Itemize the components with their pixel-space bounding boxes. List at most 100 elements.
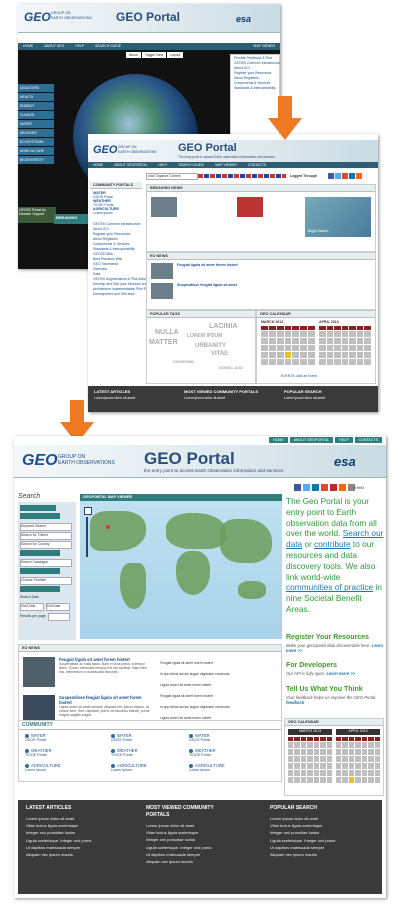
footer-item[interactable]: Integer orci pursuitae luctus (26, 829, 91, 836)
footer-item[interactable]: Aliquam nec ipsum mauris (26, 851, 91, 858)
nav-map-viewer[interactable]: MAP VIEWER (210, 162, 242, 168)
rss-icon[interactable] (339, 484, 346, 491)
footer-item[interactable]: Lorem ipsum dolor sit amet (26, 815, 91, 822)
pan-control[interactable] (84, 507, 92, 515)
search-tab[interactable] (20, 513, 60, 519)
news-bullet[interactable]: In quo tellus auctor augue dignissim com… (160, 702, 280, 713)
rss-icon[interactable] (356, 173, 362, 179)
nav-about[interactable]: ABOUT GEO (39, 43, 69, 50)
sba-weather[interactable]: WEATHER (18, 129, 54, 137)
footer-item[interactable]: Ligula scelerisque. Integer orci purus (146, 844, 214, 851)
footer-item[interactable]: Lorem ipsum dolor sit amet (94, 396, 135, 400)
nav-about[interactable]: ABOUT GEOPORTAL (289, 437, 334, 443)
news-thumbnail[interactable] (151, 263, 173, 279)
nav-search-guide[interactable]: SEARCH GUIDE (90, 43, 126, 50)
nav-about[interactable]: ABOUT GEOPORTAL (109, 162, 152, 168)
footer-item[interactable]: Lorem ipsum dolor sit amet (146, 822, 214, 829)
calendar-grid-march[interactable] (261, 326, 315, 365)
twitter-icon[interactable] (303, 484, 310, 491)
tab-toggle-view[interactable]: Toggle View (141, 52, 167, 58)
community-item[interactable]: WEATHER TIGGE Portal (189, 748, 216, 757)
footer-item[interactable]: Vitae luctus ligula scelerisque (146, 829, 214, 836)
tag[interactable]: VITAE (211, 351, 228, 357)
sba-agriculture[interactable]: AGRICULTURE (18, 147, 54, 155)
calendar-grid-march[interactable] (288, 737, 332, 783)
nav-help[interactable]: HELP (154, 162, 173, 168)
community-item[interactable]: AGRICULTURE Lorem Ipsum (25, 763, 61, 772)
tab-about[interactable]: About (126, 52, 141, 58)
catalogue-select[interactable]: Search Catalogue (20, 559, 72, 567)
community-lorem[interactable]: Lorem Ipsum (93, 211, 139, 215)
calendar-grid-april[interactable] (319, 326, 371, 365)
month-label[interactable]: APRIL 2013 (336, 729, 380, 735)
nav-map-viewer[interactable]: MAP VIEWER (248, 43, 280, 50)
tag[interactable]: NULLA (155, 329, 179, 336)
googleplus-icon[interactable] (342, 173, 348, 179)
footer-item[interactable]: Integer orci pursuitae luctus (146, 836, 214, 843)
theme-select[interactable]: Search for Theme (20, 532, 72, 540)
disaster-promo[interactable]: GEOSS Portal for Disaster Support (18, 207, 56, 223)
footer-item[interactable]: Vitae luctus ligula scelerisque (26, 822, 91, 829)
results-per-page-select[interactable] (48, 613, 70, 621)
right-link[interactable]: Standards & Interoperability (234, 86, 276, 91)
feedback-link[interactable]: feedback (286, 700, 304, 705)
linkedin-icon[interactable] (349, 173, 355, 179)
register-title[interactable]: Register Your Resources (286, 634, 369, 641)
sba-water[interactable]: WATER (18, 120, 54, 128)
facebook-icon[interactable] (294, 484, 301, 491)
news-bullet[interactable]: In quo tellus auctor augue dignissim com… (160, 669, 280, 680)
sba-energy[interactable]: ENERGY (18, 102, 54, 110)
search-tab[interactable] (20, 505, 56, 511)
nav-home[interactable]: HOME (18, 43, 38, 50)
facebook-icon[interactable] (328, 173, 334, 179)
sba-biodiversity[interactable]: BIODIVERSITY (18, 156, 54, 164)
news-thumbnail[interactable] (151, 197, 177, 217)
news-bullet[interactable]: Feugiat ligula sit amet forem histert (160, 658, 280, 669)
sba-health[interactable]: HEALTH (18, 93, 54, 101)
language-flags[interactable] (198, 174, 286, 178)
add-event-link[interactable]: EVENTS: Add an Event (281, 374, 317, 378)
tag[interactable]: DONEC ADD (219, 365, 243, 370)
news-thumbnail[interactable] (237, 197, 263, 217)
news-thumbnail[interactable] (151, 283, 173, 299)
footer-item[interactable]: Ligula scelerisque. Integer orci purus (26, 837, 91, 844)
news-headline[interactable]: Feugiat ligula sit amet forem histert (177, 263, 238, 267)
news-bullet[interactable]: Feugiat ligula sit amet forem histert (160, 691, 280, 702)
start-date-input[interactable]: Start Date (20, 603, 44, 611)
footer-item[interactable]: Lorem ipsum dolor sit amet (270, 815, 335, 822)
footer-item[interactable]: Lorem ipsum dolor sit amet (184, 396, 225, 400)
footer-item[interactable]: Ut dapibus malesuada semper (146, 851, 214, 858)
footer-item[interactable]: Ut dapibus malesuada semper (26, 844, 91, 851)
footer-item[interactable]: Ligula scelerisque. Integer orci purus (270, 837, 335, 844)
zoom-slider[interactable] (86, 517, 88, 557)
footer-item[interactable]: Aliquam nec ipsum mauris (270, 851, 335, 858)
community-item[interactable]: WATER GDOS Portal (111, 733, 132, 742)
developers-more-link[interactable]: Learn more >> (326, 671, 355, 676)
pinterest-icon[interactable] (330, 484, 337, 491)
map-viewer[interactable] (80, 501, 282, 639)
left-link[interactable]: Development and Test area (93, 292, 139, 297)
news-thumbnail[interactable] (23, 657, 55, 687)
nav-search-guide[interactable]: SEARCH GUIDE (173, 162, 209, 168)
footer-item[interactable]: Aliquam nec ipsum mauris (146, 858, 214, 865)
provider-select[interactable]: Choose Provider (20, 577, 72, 585)
footer-item[interactable]: Ut dapibus malesuada semper (270, 844, 335, 851)
nav-help[interactable]: HELP (335, 437, 353, 443)
tag[interactable]: URBANITY (195, 343, 226, 349)
begin-search-label[interactable]: Begin Search (308, 229, 328, 233)
nav-home[interactable]: HOME (268, 437, 288, 443)
search-tab[interactable] (20, 568, 60, 574)
tag[interactable]: DIGNISSIM (173, 359, 194, 364)
tab-layout[interactable]: Layout (167, 52, 184, 58)
nav-contacts[interactable]: CONTACTS (354, 437, 382, 443)
contribute-link[interactable]: contribute (314, 539, 350, 549)
footer-item[interactable]: Integer orci pursuitae luctus (270, 829, 335, 836)
nav-home[interactable]: HOME (88, 162, 108, 168)
calendar-grid-april[interactable] (336, 737, 380, 783)
sba-ecosystems[interactable]: ECOSYSTEMS (18, 138, 54, 146)
nav-contacts[interactable]: CONTACTS (243, 162, 271, 168)
month-label[interactable]: MARCH 2013 (288, 729, 332, 735)
news-title[interactable]: Suspendisse feugiat ligula sit amet fore… (59, 695, 151, 705)
community-item[interactable]: AGRICULTURE Lorem Ipsum (189, 763, 225, 772)
news-bullet[interactable]: Ligula duren sit amet forem histert (160, 680, 280, 691)
